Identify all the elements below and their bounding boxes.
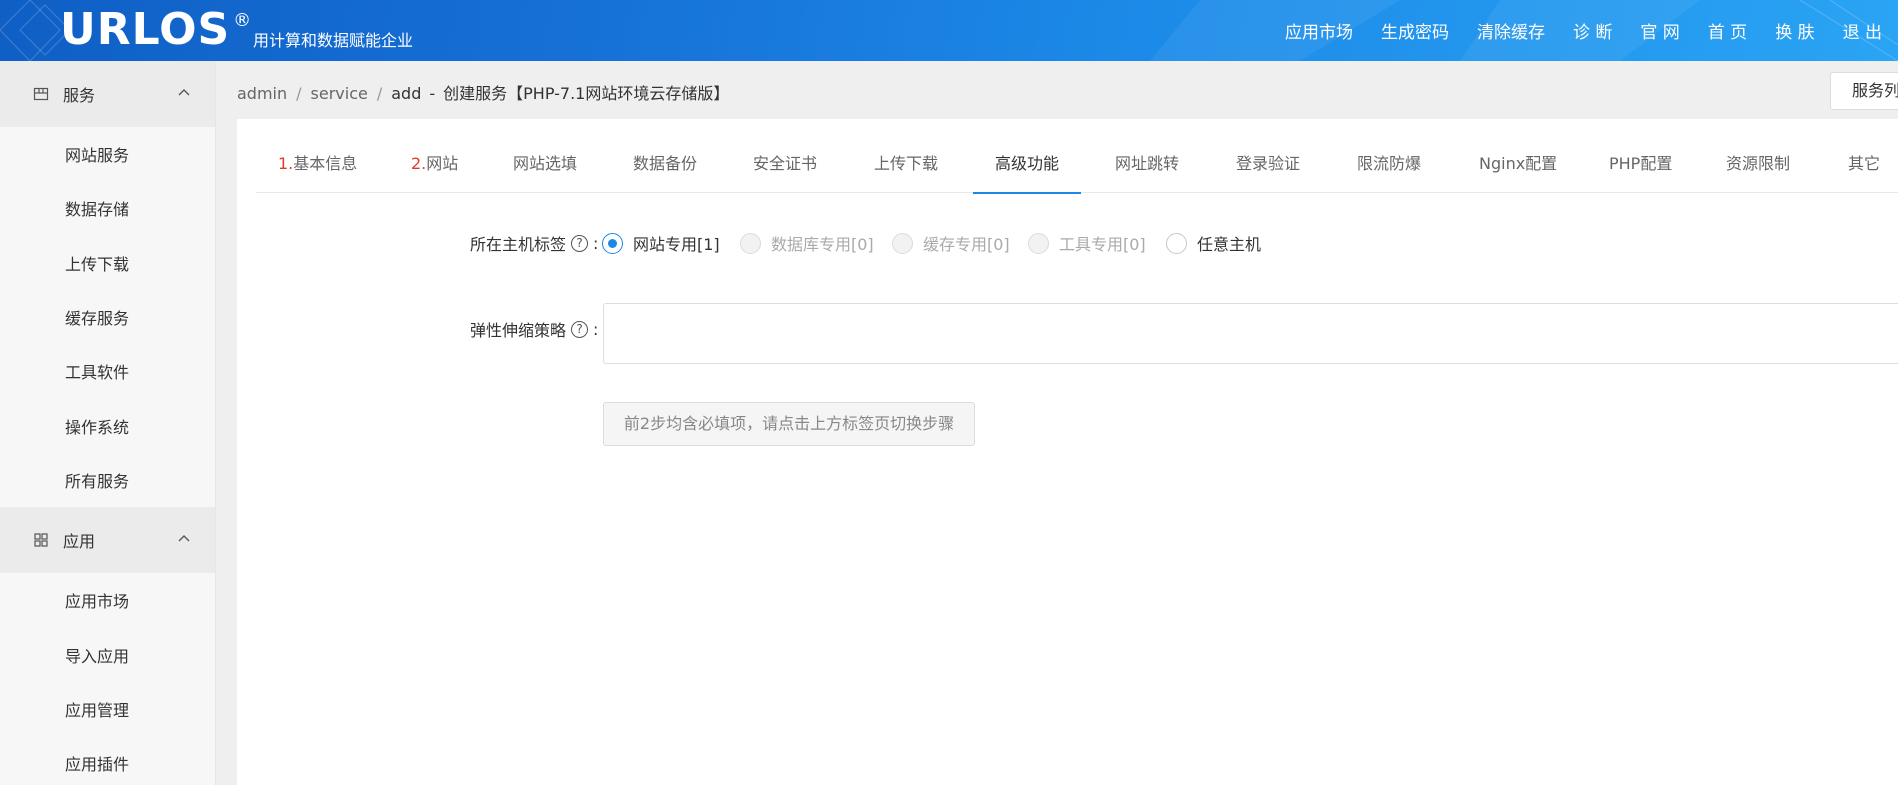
breadcrumb: admin / service / add - 创建服务【PHP-7.1网站环境云存储版】: [237, 84, 730, 103]
tab-login-auth[interactable]: 登录验证: [1236, 139, 1300, 193]
sidebar-item-data-storage[interactable]: 数据存储: [0, 181, 215, 235]
logo-text: URLOS: [60, 4, 231, 55]
radio-dot: [740, 232, 761, 254]
radio-dot: [1166, 232, 1187, 254]
radio-website-dedicated[interactable]: 网站专用[1]: [602, 231, 720, 255]
urlos-logo[interactable]: URLOS ®: [60, 4, 251, 56]
sidebar-item-tool-software[interactable]: 工具软件: [0, 344, 215, 398]
slogan: 用计算和数据赋能企业: [253, 31, 414, 50]
breadcrumb-dash: -: [429, 84, 436, 103]
radio-tool-dedicated[interactable]: 工具专用[0]: [1028, 231, 1146, 255]
sidebar-group-label: 服务: [63, 86, 96, 105]
tab-basic-info[interactable]: 1.基本信息: [278, 139, 357, 193]
nav-app-market[interactable]: 应用市场: [1285, 18, 1353, 43]
help-icon[interactable]: ?: [571, 320, 589, 338]
chevron-up-icon: [178, 535, 190, 542]
sidebar-group-label: 应用: [63, 532, 96, 552]
sidebar-group-apps[interactable]: 应用: [0, 507, 215, 574]
nav-clear-cache[interactable]: 清除缓存: [1477, 18, 1545, 43]
sidebar-item-import-app[interactable]: 导入应用: [0, 627, 215, 681]
sidebar-item-operating-system[interactable]: 操作系统: [0, 398, 215, 452]
top-header: URLOS ® 用计算和数据赋能企业 应用市场 生成密码 清除缓存 诊 断 官 …: [0, 0, 1898, 61]
sidebar-item-app-plugins[interactable]: 应用插件: [0, 736, 215, 785]
tab-website-optional[interactable]: 网站选填: [513, 139, 577, 193]
chevron-up-icon: [178, 89, 190, 96]
nav-change-skin[interactable]: 换 肤: [1775, 18, 1814, 43]
scaling-policy-label: 弹性伸缩策略 ? :: [470, 319, 599, 341]
submit-disabled-button: 前2步均含必填项，请点击上方标签页切换步骤: [603, 402, 975, 446]
tab-nginx-config[interactable]: Nginx配置: [1479, 139, 1557, 193]
nav-logout[interactable]: 退 出: [1843, 18, 1882, 43]
tab-advanced[interactable]: 高级功能: [972, 139, 1082, 194]
registered-mark: ®: [233, 10, 252, 31]
top-nav: 应用市场 生成密码 清除缓存 诊 断 官 网 首 页 换 肤 退 出: [1257, 0, 1882, 61]
nav-official-site[interactable]: 官 网: [1640, 18, 1679, 43]
service-icon: [33, 87, 49, 101]
nav-diagnose[interactable]: 诊 断: [1573, 18, 1612, 43]
radio-dot: [1028, 232, 1049, 254]
sidebar: 服务 网站服务 数据存储 上传下载 缓存服务 工具软件 操作系统 所有服务 应用…: [0, 61, 216, 785]
breadcrumb-service[interactable]: service: [311, 84, 368, 103]
host-tag-label: 所在主机标签 ? :: [470, 233, 599, 255]
tab-data-backup[interactable]: 数据备份: [633, 139, 697, 193]
scaling-policy-select[interactable]: [603, 303, 1898, 364]
sidebar-item-app-management[interactable]: 应用管理: [0, 682, 215, 736]
main-panel: 1.基本信息 2.网站 网站选填 数据备份 安全证书 上传下载 高级功能 网址跳…: [237, 119, 1898, 785]
nav-generate-password[interactable]: 生成密码: [1381, 18, 1449, 43]
breadcrumb-add: add: [391, 84, 422, 103]
sidebar-item-app-market[interactable]: 应用市场: [0, 573, 215, 627]
tab-other[interactable]: 其它: [1848, 139, 1880, 193]
sidebar-item-website-service[interactable]: 网站服务: [0, 127, 215, 181]
tab-rate-limit[interactable]: 限流防爆: [1357, 139, 1421, 193]
step-tabs: 1.基本信息 2.网站 网站选填 数据备份 安全证书 上传下载 高级功能 网址跳…: [256, 139, 1898, 194]
tab-website[interactable]: 2.网站: [411, 139, 458, 193]
nav-home[interactable]: 首 页: [1708, 18, 1747, 43]
help-icon[interactable]: ?: [571, 234, 589, 252]
service-list-button[interactable]: 服务列表: [1830, 72, 1898, 110]
radio-any-host[interactable]: 任意主机: [1166, 231, 1261, 255]
radio-cache-dedicated[interactable]: 缓存专用[0]: [892, 231, 1010, 255]
breadcrumb-current: 创建服务【PHP-7.1网站环境云存储版】: [443, 84, 730, 103]
tab-ssl-certificate[interactable]: 安全证书: [753, 139, 817, 193]
sidebar-group-services[interactable]: 服务: [0, 61, 215, 127]
sidebar-item-cache-service[interactable]: 缓存服务: [0, 290, 215, 344]
tab-url-redirect[interactable]: 网址跳转: [1115, 139, 1179, 193]
radio-database-dedicated[interactable]: 数据库专用[0]: [740, 231, 874, 255]
breadcrumb-admin[interactable]: admin: [237, 84, 287, 103]
tab-php-config[interactable]: PHP配置: [1609, 139, 1672, 193]
radio-dot: [602, 232, 623, 254]
tab-resource-limit[interactable]: 资源限制: [1726, 139, 1790, 193]
sidebar-item-all-services[interactable]: 所有服务: [0, 453, 215, 507]
tab-upload-download[interactable]: 上传下载: [874, 139, 938, 193]
radio-dot: [892, 232, 913, 254]
breadcrumb-bar: admin / service / add - 创建服务【PHP-7.1网站环境云存储版】 …: [216, 61, 1898, 119]
apps-grid-icon: [34, 533, 48, 547]
sidebar-item-upload-download[interactable]: 上传下载: [0, 236, 215, 290]
